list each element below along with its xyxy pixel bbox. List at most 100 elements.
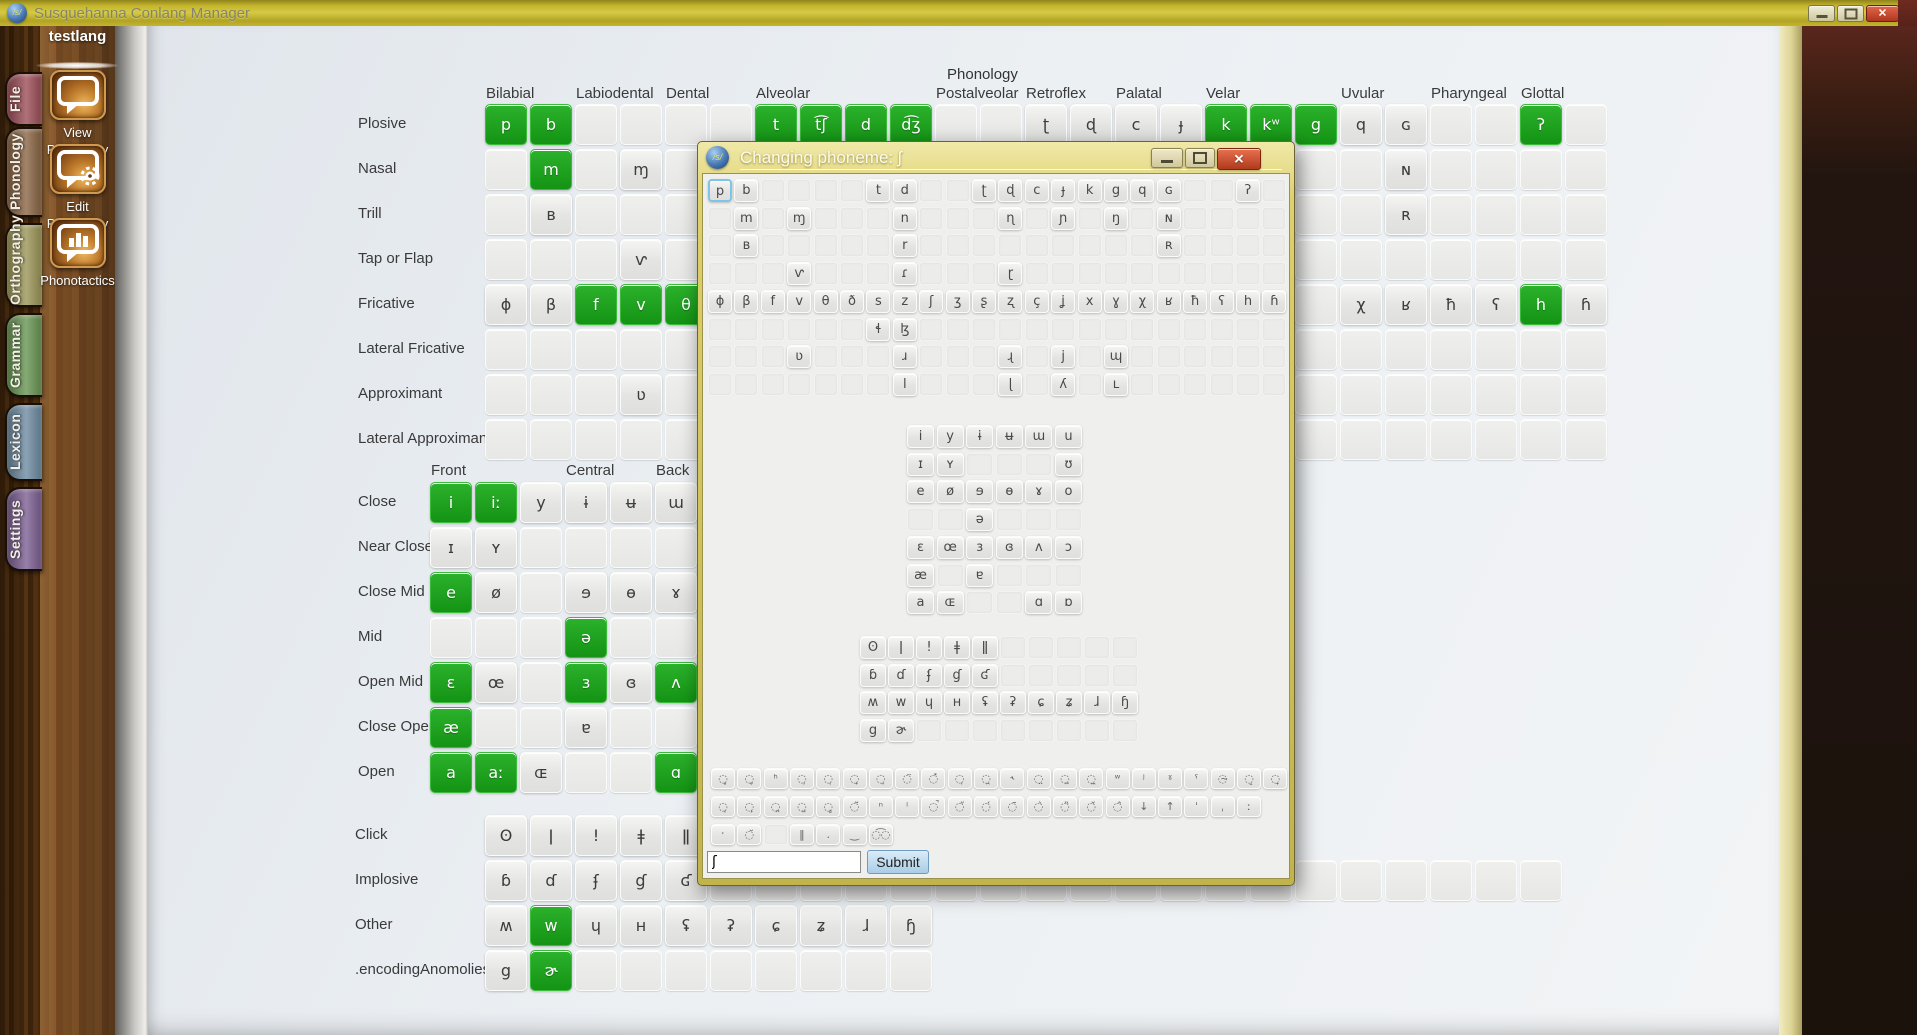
kb-other-cell[interactable]: ɺ bbox=[1084, 691, 1110, 714]
consonant-cell[interactable] bbox=[1385, 419, 1427, 460]
extra-cell[interactable] bbox=[1430, 860, 1472, 901]
kb-diacritic-cell[interactable]: ˤ bbox=[1184, 768, 1208, 789]
consonant-cell[interactable] bbox=[980, 104, 1022, 145]
kb-consonant-cell[interactable]: ç bbox=[1025, 290, 1049, 313]
kb-consonant-cell[interactable]: v bbox=[787, 290, 811, 313]
kb-diacritic-cell[interactable]: ʷ bbox=[1106, 768, 1130, 789]
vowel-cell[interactable] bbox=[475, 707, 517, 748]
kb-consonant-cell[interactable]: ʎ bbox=[1051, 373, 1075, 396]
kb-vowel-cell[interactable]: a bbox=[907, 591, 934, 614]
kb-diacritic-cell[interactable]: ◌̝ bbox=[1237, 768, 1261, 789]
consonant-cell[interactable] bbox=[485, 149, 527, 190]
kb-diacritic-cell[interactable]: ◌̀ bbox=[1027, 796, 1051, 817]
kb-vowel-cell[interactable]: ɔ bbox=[1055, 536, 1082, 559]
extra-cell[interactable] bbox=[755, 950, 797, 991]
kb-consonant-cell[interactable]: ɟ bbox=[1051, 179, 1075, 202]
vowel-cell[interactable] bbox=[430, 617, 472, 658]
consonant-cell[interactable] bbox=[575, 104, 617, 145]
consonant-cell[interactable] bbox=[1520, 374, 1562, 415]
consonant-cell[interactable] bbox=[1475, 104, 1517, 145]
kb-vowel-cell[interactable]: ɑ bbox=[1025, 591, 1052, 614]
consonant-cell[interactable] bbox=[575, 374, 617, 415]
consonant-cell[interactable]: ɸ bbox=[485, 284, 527, 325]
consonant-cell[interactable] bbox=[1295, 419, 1337, 460]
kb-other-cell[interactable]: ʛ bbox=[972, 664, 998, 687]
consonant-cell[interactable] bbox=[665, 104, 707, 145]
kb-consonant-cell[interactable]: z bbox=[893, 290, 917, 313]
extra-cell[interactable]: ʜ bbox=[620, 905, 662, 946]
kb-diacritic-cell[interactable]: ◌̌ bbox=[1079, 796, 1103, 817]
kb-consonant-cell[interactable]: s bbox=[866, 290, 890, 313]
consonant-cell[interactable] bbox=[1430, 419, 1472, 460]
kb-other-cell[interactable]: ʜ bbox=[944, 691, 970, 714]
kb-diacritic-cell[interactable]: ˈ bbox=[1184, 796, 1208, 817]
kb-consonant-cell[interactable]: ɖ bbox=[998, 179, 1022, 202]
phoneme-input[interactable] bbox=[707, 851, 861, 873]
consonant-cell[interactable] bbox=[1565, 239, 1607, 280]
consonant-cell[interactable] bbox=[1430, 104, 1472, 145]
kb-diacritic-cell[interactable]: ↑ bbox=[1158, 796, 1182, 817]
consonant-cell[interactable] bbox=[485, 329, 527, 370]
extra-cell[interactable]: w bbox=[530, 905, 572, 946]
extra-cell[interactable]: ʘ bbox=[485, 815, 527, 856]
kb-diacritic-cell[interactable]: ⁿ bbox=[869, 796, 893, 817]
consonant-cell[interactable] bbox=[485, 239, 527, 280]
consonant-cell[interactable]: χ bbox=[1340, 284, 1382, 325]
kb-vowel-cell[interactable]: ɛ bbox=[907, 536, 934, 559]
kb-vowel-cell[interactable]: i bbox=[907, 425, 934, 448]
kb-consonant-cell[interactable]: ð bbox=[840, 290, 864, 313]
consonant-cell[interactable] bbox=[1475, 329, 1517, 370]
kb-vowel-cell[interactable]: ɯ bbox=[1025, 425, 1052, 448]
kb-consonant-cell[interactable]: θ bbox=[814, 290, 838, 313]
kb-diacritic-cell[interactable]: ◌̯ bbox=[974, 768, 998, 789]
consonant-cell[interactable]: v bbox=[620, 284, 662, 325]
consonant-cell[interactable] bbox=[1565, 149, 1607, 190]
vowel-cell[interactable]: ɤ bbox=[655, 572, 697, 613]
kb-consonant-cell[interactable]: ɱ bbox=[787, 207, 811, 230]
kb-diacritic-cell[interactable]: ◌̟ bbox=[843, 768, 867, 789]
kb-consonant-cell[interactable]: β bbox=[734, 290, 758, 313]
extra-cell[interactable]: ɚ bbox=[530, 950, 572, 991]
kb-diacritic-cell[interactable]: ˞ bbox=[1000, 768, 1024, 789]
extra-cell[interactable] bbox=[1520, 860, 1562, 901]
kb-consonant-cell[interactable]: ɮ bbox=[893, 318, 917, 341]
vowel-cell[interactable]: ɨ bbox=[565, 482, 607, 523]
extra-cell[interactable] bbox=[665, 950, 707, 991]
kb-consonant-cell[interactable]: ɹ bbox=[893, 345, 917, 368]
extra-cell[interactable] bbox=[800, 950, 842, 991]
kb-consonant-cell[interactable]: ʟ bbox=[1104, 373, 1128, 396]
kb-diacritic-cell[interactable]: ʲ bbox=[1132, 768, 1156, 789]
kb-consonant-cell[interactable]: ɳ bbox=[998, 207, 1022, 230]
consonant-cell[interactable] bbox=[1385, 329, 1427, 370]
vowel-cell[interactable] bbox=[520, 527, 562, 568]
consonant-cell[interactable]: ɴ bbox=[1385, 149, 1427, 190]
consonant-cell[interactable] bbox=[1295, 284, 1337, 325]
kb-vowel-cell[interactable]: ɵ bbox=[996, 480, 1023, 503]
extra-cell[interactable]: ɺ bbox=[845, 905, 887, 946]
kb-vowel-cell[interactable]: u bbox=[1055, 425, 1082, 448]
extra-cell[interactable]: ǀ bbox=[530, 815, 572, 856]
consonant-cell[interactable]: t bbox=[755, 104, 797, 145]
consonant-cell[interactable]: ⱱ bbox=[620, 239, 662, 280]
vowel-cell[interactable] bbox=[520, 572, 562, 613]
extra-cell[interactable]: ǂ bbox=[620, 815, 662, 856]
kb-diacritic-cell[interactable]: ◌̼ bbox=[1079, 768, 1103, 789]
kb-diacritic-cell[interactable]: ◌̞ bbox=[1263, 768, 1287, 789]
kb-consonant-cell[interactable]: ʀ bbox=[1157, 234, 1181, 257]
kb-vowel-cell[interactable]: e bbox=[907, 480, 934, 503]
vowel-cell[interactable]: œ bbox=[475, 662, 517, 703]
vowel-cell[interactable] bbox=[655, 527, 697, 568]
vowel-cell[interactable] bbox=[520, 662, 562, 703]
kb-consonant-cell[interactable]: ʒ bbox=[946, 290, 970, 313]
submit-button[interactable]: Submit bbox=[867, 850, 929, 874]
kb-vowel-cell[interactable]: ɐ bbox=[966, 564, 993, 587]
consonant-cell[interactable]: ɦ bbox=[1565, 284, 1607, 325]
vowel-cell[interactable]: ɜ bbox=[565, 662, 607, 703]
vowel-cell[interactable]: e bbox=[430, 572, 472, 613]
consonant-cell[interactable] bbox=[575, 419, 617, 460]
kb-diacritic-cell[interactable]: ◌̤ bbox=[1027, 768, 1051, 789]
consonant-cell[interactable]: t͡ʃ bbox=[800, 104, 842, 145]
extra-cell[interactable]: ʄ bbox=[575, 860, 617, 901]
kb-diacritic-cell[interactable]: . bbox=[816, 824, 840, 845]
consonant-cell[interactable] bbox=[620, 419, 662, 460]
